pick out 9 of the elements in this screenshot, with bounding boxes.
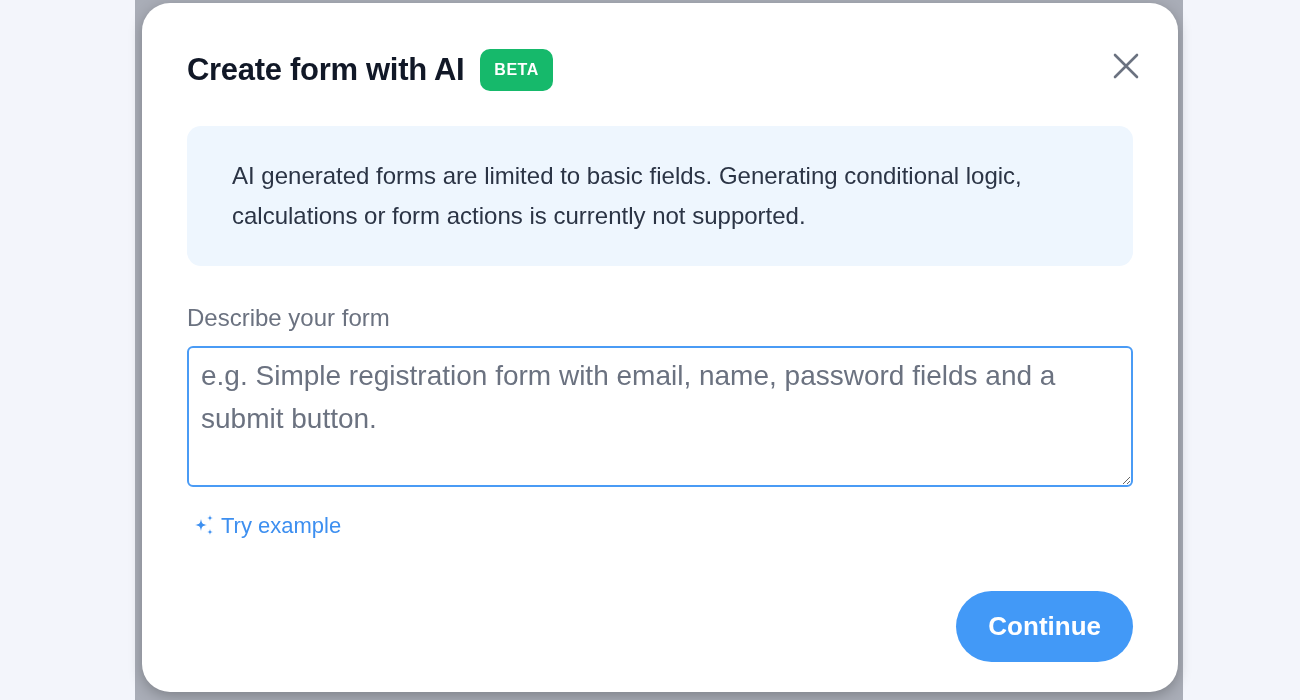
info-message: AI generated forms are limited to basic fields. Generating conditional logic, calculations or form actions is currently not supported. (187, 126, 1133, 266)
try-example-link[interactable]: Try example (192, 509, 342, 542)
close-button[interactable] (1112, 52, 1140, 80)
dialog-title: Create form with AI (187, 51, 465, 89)
continue-button[interactable]: Continue (956, 591, 1133, 662)
close-icon (1112, 52, 1140, 80)
beta-badge: BETA (480, 49, 553, 91)
description-field[interactable]: e.g. Simple registration form with email, name, password fields and a submit button. (187, 346, 1133, 487)
field-label: Describe your form (187, 303, 391, 333)
